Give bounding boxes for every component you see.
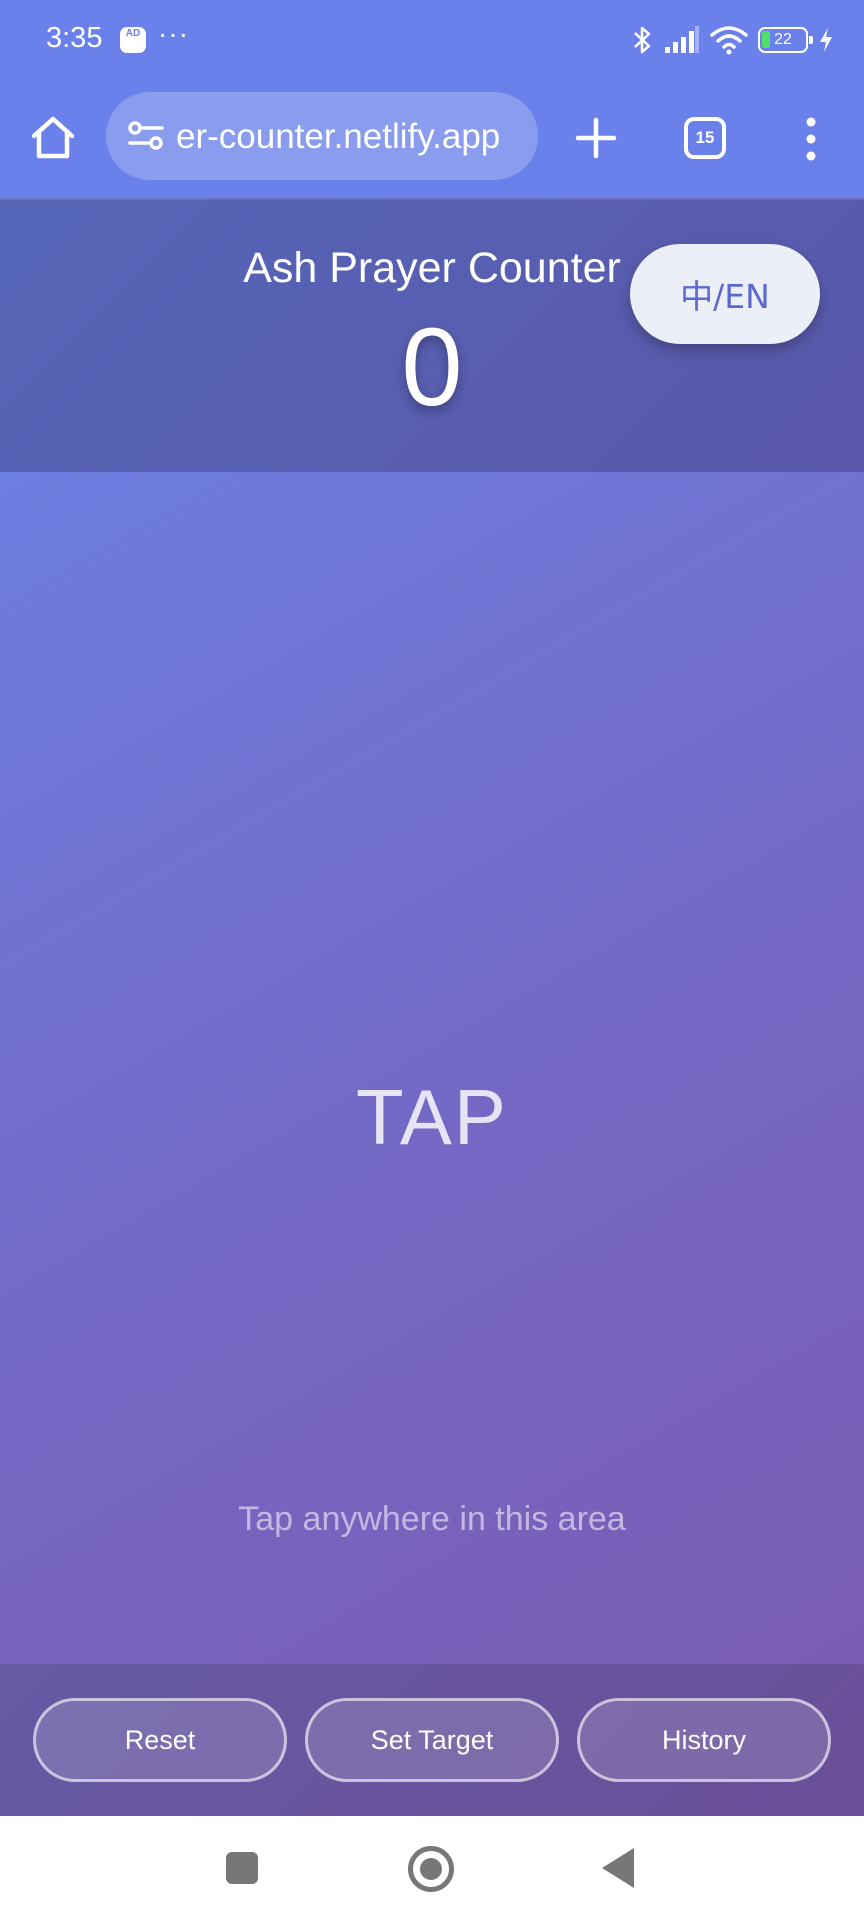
plus-icon[interactable] (572, 114, 620, 162)
signal-icon (665, 26, 699, 53)
status-more-indicator: ··· (158, 18, 189, 49)
bluetooth-icon (634, 26, 651, 54)
status-bar: 3:35 AD ··· 22 (0, 0, 864, 80)
language-toggle-button[interactable]: 中/EN (630, 244, 820, 344)
system-nav-bar (0, 1816, 864, 1920)
back-icon[interactable] (602, 1848, 634, 1888)
charging-icon (820, 28, 832, 52)
counter-header: Ash Prayer Counter 0 中/EN (0, 198, 864, 472)
status-time: 3:35 (46, 22, 103, 54)
tap-area[interactable]: TAP Tap anywhere in this area (0, 472, 864, 1664)
action-bar: Reset Set Target History (0, 1664, 864, 1816)
recent-apps-icon[interactable] (226, 1852, 258, 1884)
ad-blocker-icon: AD (120, 27, 146, 53)
home-icon[interactable] (28, 112, 78, 162)
tap-label: TAP (356, 1073, 508, 1161)
tap-hint: Tap anywhere in this area (238, 1500, 626, 1538)
set-target-button[interactable]: Set Target (305, 1698, 559, 1782)
battery-icon: 22 (758, 27, 813, 53)
reset-button[interactable]: Reset (33, 1698, 287, 1782)
status-icons: 22 (632, 22, 834, 58)
address-bar[interactable]: er-counter.netlify.app (106, 92, 538, 180)
home-circle-icon[interactable] (408, 1846, 454, 1892)
tabs-icon[interactable]: 15 (684, 117, 726, 159)
more-vert-icon[interactable] (796, 114, 826, 164)
tune-icon[interactable] (126, 118, 166, 154)
browser-toolbar: er-counter.netlify.app 15 (0, 80, 864, 198)
wifi-icon (710, 26, 748, 55)
history-button[interactable]: History (577, 1698, 831, 1782)
url-text[interactable]: er-counter.netlify.app (176, 117, 524, 157)
battery-level: 22 (774, 31, 792, 48)
